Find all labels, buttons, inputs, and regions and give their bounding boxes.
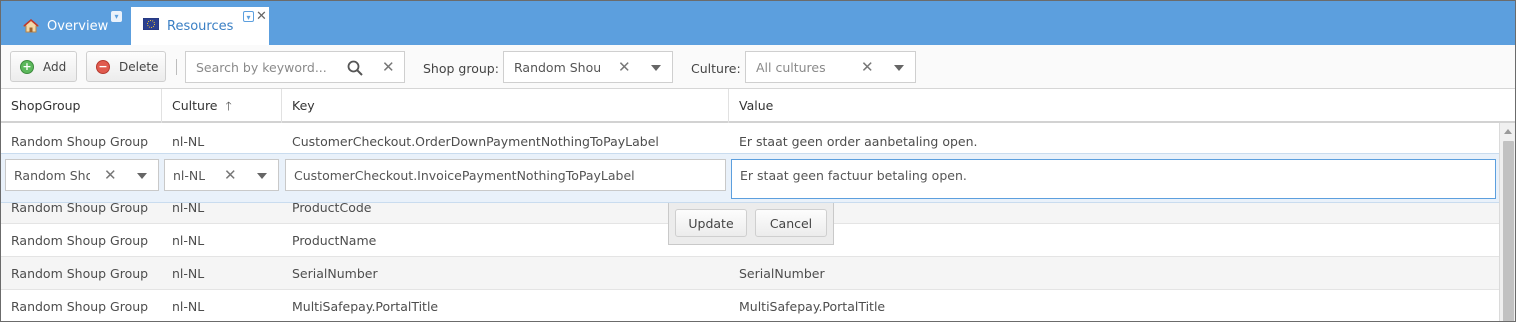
tab-resources-label: Resources	[167, 18, 234, 34]
scroll-up-icon[interactable]	[1504, 129, 1512, 134]
column-header-shopgroup[interactable]: ShopGroup	[1, 89, 162, 123]
misspelled-word: betaling	[876, 168, 928, 183]
misspelled-word: staat	[757, 168, 789, 183]
cell-key: SerialNumber	[292, 266, 378, 281]
edit-value-text: Er staat geen factuur betaling open.	[732, 160, 967, 183]
tab-overview[interactable]: Overview ▾	[13, 7, 125, 45]
toolbar: + Add − Delete Search by keyword... ✕ Sh…	[1, 45, 1515, 89]
edit-culture-select[interactable]: nl-NL ✕	[164, 159, 279, 191]
grid-header: ShopGroup Culture 🡑 Key Value	[1, 89, 1515, 123]
cancel-button[interactable]: Cancel	[755, 209, 827, 237]
culture-label: Culture:	[691, 61, 741, 76]
edit-row: Random Shoup Group ✕ nl-NL ✕ CustomerChe…	[1, 153, 1499, 203]
flag-icon	[142, 17, 160, 34]
close-icon[interactable]: ✕	[256, 9, 267, 24]
cell-shopgroup: Random Shoup Group	[11, 299, 149, 314]
column-header-key[interactable]: Key	[282, 89, 729, 123]
table-row[interactable]: Random Shoup Group nl-NL MultiSafepay.Po…	[1, 290, 1499, 321]
clear-culture-icon[interactable]: ✕	[861, 59, 874, 75]
cell-value	[729, 224, 1499, 257]
text-tail: open.	[927, 168, 967, 183]
clear-shop-group-icon[interactable]: ✕	[618, 59, 631, 75]
update-button[interactable]: Update	[675, 209, 747, 237]
home-icon	[22, 18, 40, 34]
add-button-label: Add	[43, 59, 67, 74]
cell-culture: nl-NL	[172, 233, 205, 248]
cell-value: SerialNumber	[739, 266, 825, 281]
search-icon[interactable]	[347, 60, 363, 79]
sort-ascending-icon: 🡑	[225, 99, 232, 113]
cell-shopgroup: Random Shoup Group	[11, 266, 149, 281]
edit-value-textarea[interactable]: Er staat geen factuur betaling open.	[731, 159, 1496, 199]
misspelled-word: factuur	[827, 168, 873, 183]
clear-search-icon[interactable]: ✕	[382, 59, 395, 75]
tab-menu-icon[interactable]: ▾	[111, 11, 122, 22]
shop-group-select[interactable]: Random Shoup Group ✕	[503, 51, 673, 83]
tab-menu-icon[interactable]: ▾	[243, 11, 254, 22]
cell-culture: nl-NL	[172, 299, 205, 314]
clear-icon[interactable]: ✕	[104, 167, 117, 183]
tab-overview-label: Overview	[47, 18, 109, 34]
search-placeholder: Search by keyword...	[196, 59, 327, 75]
edit-key-value: CustomerCheckout.InvoicePaymentNothingTo…	[294, 167, 635, 183]
minus-icon: −	[96, 59, 110, 74]
cell-key: MultiSafepay.PortalTitle	[292, 299, 439, 314]
chevron-down-icon[interactable]	[651, 65, 661, 71]
search-input[interactable]: Search by keyword... ✕	[185, 51, 405, 83]
shop-group-value: Random Shoup Group	[514, 59, 600, 75]
delete-button-label: Delete	[119, 59, 159, 74]
edit-actions-popup: Update Cancel	[668, 203, 834, 245]
culture-select[interactable]: All cultures ✕	[745, 51, 916, 83]
cell-shopgroup: Random Shoup Group	[11, 233, 149, 248]
clear-icon[interactable]: ✕	[224, 167, 237, 183]
table-row[interactable]: Random Shoup Group nl-NL SerialNumber Se…	[1, 257, 1499, 290]
misspelled-word: geen	[792, 168, 824, 183]
tab-resources[interactable]: Resources ▾ ✕	[131, 7, 269, 45]
chevron-down-icon[interactable]	[894, 65, 904, 71]
chevron-down-icon[interactable]	[257, 173, 267, 179]
scrollbar-thumb[interactable]	[1503, 141, 1514, 321]
shop-group-label: Shop group:	[423, 61, 499, 76]
resources-window: Overview ▾ Resources ▾ ✕ + Add − Delete	[0, 0, 1516, 322]
culture-value: All cultures	[756, 59, 826, 75]
column-header-label: Value	[739, 98, 774, 113]
vertical-scrollbar[interactable]	[1499, 123, 1515, 321]
chevron-down-icon[interactable]	[137, 173, 147, 179]
edit-culture-value: nl-NL	[173, 167, 206, 183]
add-button[interactable]: + Add	[10, 51, 77, 82]
column-header-label: Key	[292, 98, 315, 113]
cell-key: ProductName	[292, 233, 377, 248]
toolbar-divider	[176, 59, 177, 75]
column-header-value[interactable]: Value	[729, 89, 1499, 123]
column-header-label: Culture	[172, 98, 218, 113]
cell-culture: nl-NL	[172, 266, 205, 281]
edit-shopgroup-value: Random Shoup Group	[14, 167, 90, 183]
delete-button[interactable]: − Delete	[86, 51, 166, 82]
cell-value: MultiSafepay.PortalTitle	[739, 299, 886, 314]
tab-bar: Overview ▾ Resources ▾ ✕	[1, 1, 1515, 45]
misspelled-word: Er	[740, 168, 754, 183]
plus-icon: +	[20, 59, 34, 74]
edit-shopgroup-select[interactable]: Random Shoup Group ✕	[5, 159, 159, 191]
column-header-label: ShopGroup	[11, 98, 81, 113]
column-header-culture[interactable]: Culture 🡑	[162, 89, 282, 123]
edit-key-input[interactable]: CustomerCheckout.InvoicePaymentNothingTo…	[285, 159, 726, 191]
